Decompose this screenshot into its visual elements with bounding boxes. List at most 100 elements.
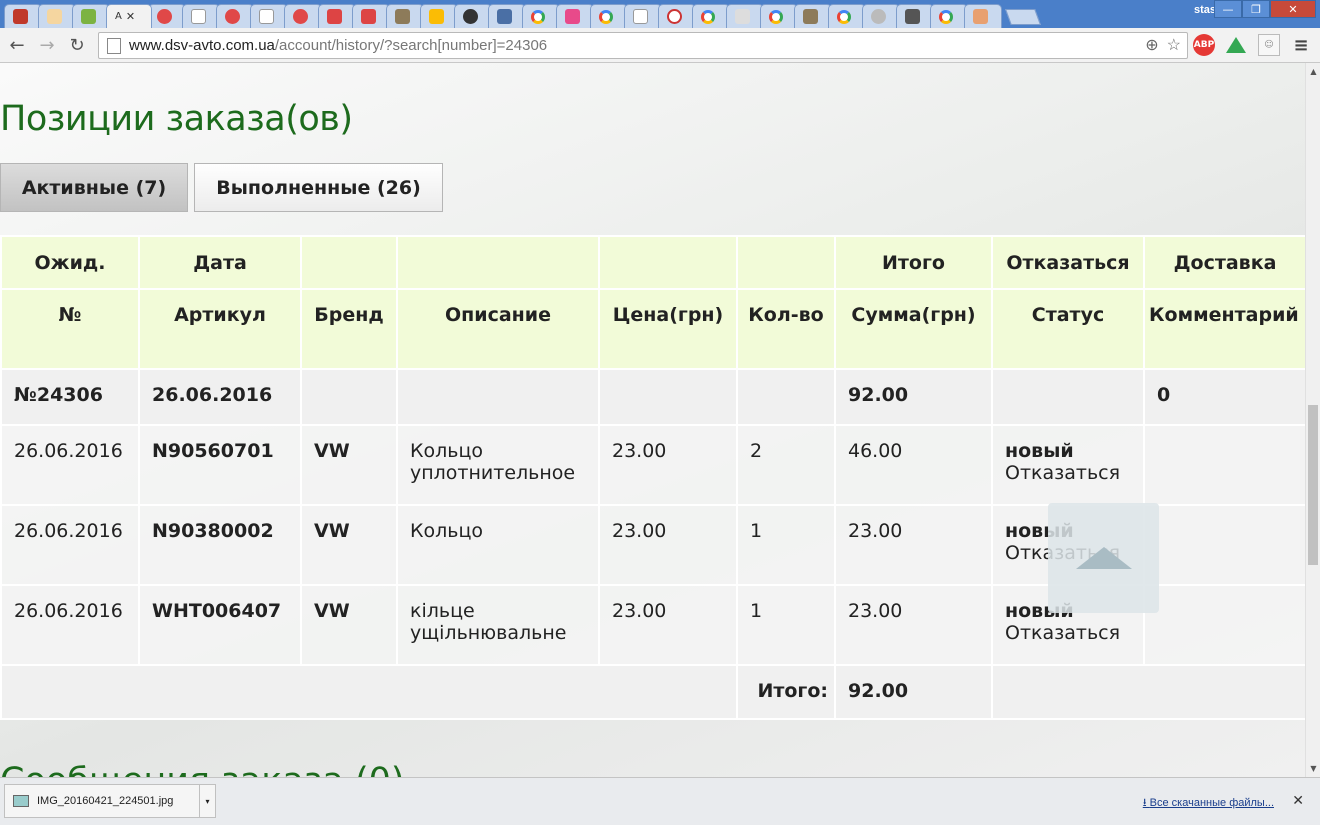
close-download-bar-icon[interactable]: ✕ bbox=[1292, 792, 1304, 809]
browser-tab[interactable] bbox=[488, 4, 526, 28]
column-header: № bbox=[0, 288, 140, 370]
site-favicon-icon bbox=[973, 9, 988, 24]
scrollbar-thumb[interactable] bbox=[1308, 405, 1318, 565]
browser-tab[interactable] bbox=[4, 4, 42, 28]
close-window-icon[interactable]: ✕ bbox=[1270, 0, 1316, 18]
site-favicon-icon bbox=[395, 9, 410, 24]
browser-tab[interactable] bbox=[182, 4, 220, 28]
scroll-down-icon[interactable]: ▼ bbox=[1306, 764, 1320, 773]
column-header: Дата bbox=[138, 235, 302, 290]
browser-tab[interactable] bbox=[692, 4, 730, 28]
browser-tab[interactable] bbox=[624, 4, 662, 28]
site-favicon-icon bbox=[293, 9, 308, 24]
car-icon bbox=[327, 9, 342, 24]
table-header-row: Ожид. Дата Итого Отказаться Доставка bbox=[0, 235, 1305, 290]
order-number[interactable]: №24306 bbox=[0, 368, 140, 426]
browser-tab[interactable] bbox=[318, 4, 356, 28]
window-controls: — ❐ ✕ bbox=[1214, 0, 1316, 18]
browser-tab[interactable] bbox=[964, 4, 1002, 28]
browser-tab[interactable] bbox=[454, 4, 492, 28]
item-status: новый bbox=[1005, 440, 1074, 462]
browser-tab[interactable] bbox=[658, 4, 696, 28]
minimize-icon[interactable]: — bbox=[1214, 0, 1242, 18]
column-header: Бренд bbox=[300, 288, 398, 370]
site-favicon-icon bbox=[803, 9, 818, 24]
scroll-to-top-button[interactable] bbox=[1048, 503, 1159, 613]
new-tab-button[interactable] bbox=[1005, 9, 1041, 25]
download-menu-icon[interactable]: ▾ bbox=[199, 785, 215, 817]
item-date: 26.06.2016 bbox=[0, 584, 140, 666]
page-info-icon[interactable] bbox=[107, 37, 121, 54]
google-icon bbox=[837, 9, 851, 24]
browser-tab[interactable] bbox=[216, 4, 254, 28]
site-favicon-icon bbox=[47, 9, 62, 24]
car-icon bbox=[361, 9, 376, 24]
all-downloads-link[interactable]: ⭳ Все скачанные файлы... bbox=[1143, 794, 1274, 813]
item-date: 26.06.2016 bbox=[0, 424, 140, 506]
reload-icon[interactable]: ↻ bbox=[64, 32, 90, 58]
browser-tab[interactable] bbox=[72, 4, 110, 28]
zoom-icon[interactable]: ⊕ bbox=[1145, 35, 1158, 55]
profile-name[interactable]: stas bbox=[1194, 4, 1216, 16]
browser-tab[interactable] bbox=[420, 4, 458, 28]
close-tab-icon[interactable]: ✕ bbox=[126, 10, 135, 23]
column-header: Описание bbox=[396, 288, 600, 370]
tab-active-orders[interactable]: Активные (7) bbox=[0, 163, 188, 212]
browser-tab[interactable] bbox=[556, 4, 594, 28]
scroll-up-icon[interactable]: ▲ bbox=[1306, 67, 1320, 76]
forward-icon[interactable]: → bbox=[34, 32, 60, 58]
column-header: Сумма(грн) bbox=[834, 288, 993, 370]
browser-tab-active[interactable]: A ✕ bbox=[106, 4, 152, 28]
google-icon bbox=[769, 9, 783, 24]
tab-completed-orders[interactable]: Выполненные (26) bbox=[194, 163, 443, 212]
browser-tab[interactable] bbox=[760, 4, 798, 28]
download-bar: IMG_20160421_224501.jpg ▾ ⭳ Все скачанны… bbox=[0, 777, 1320, 825]
browser-tab[interactable] bbox=[250, 4, 288, 28]
browser-tab[interactable] bbox=[590, 4, 628, 28]
browser-tab[interactable] bbox=[284, 4, 322, 28]
item-article: N90560701 bbox=[138, 424, 302, 506]
item-qty: 1 bbox=[736, 584, 836, 666]
address-bar[interactable]: www.dsv-avto.com.ua/account/history/?sea… bbox=[98, 32, 1188, 59]
item-description: кільце ущільнювальне bbox=[396, 584, 600, 666]
table-total-row: Итого: 92.00 bbox=[0, 664, 1305, 720]
download-item[interactable]: IMG_20160421_224501.jpg ▾ bbox=[4, 784, 216, 818]
browser-tab[interactable] bbox=[828, 4, 866, 28]
page-scrollbar[interactable]: ▲ ▼ bbox=[1305, 63, 1320, 777]
browser-tab[interactable] bbox=[794, 4, 832, 28]
restore-icon[interactable]: ❐ bbox=[1242, 0, 1270, 18]
messages-heading: Сообщения заказа (0) bbox=[0, 761, 405, 777]
item-brand: VW bbox=[300, 424, 398, 506]
page-icon bbox=[191, 9, 206, 24]
arrow-up-icon bbox=[1075, 547, 1132, 569]
browser-tab[interactable] bbox=[148, 4, 186, 28]
browser-tab[interactable] bbox=[930, 4, 968, 28]
item-sum: 23.00 bbox=[834, 584, 993, 666]
browser-tab[interactable] bbox=[862, 4, 900, 28]
back-icon[interactable]: ← bbox=[4, 32, 30, 58]
item-price: 23.00 bbox=[598, 584, 738, 666]
page-icon bbox=[259, 9, 274, 24]
browser-tab[interactable] bbox=[726, 4, 764, 28]
cancel-link[interactable]: Отказаться bbox=[1005, 622, 1131, 644]
site-favicon-icon bbox=[905, 9, 920, 24]
item-qty: 2 bbox=[736, 424, 836, 506]
item-brand: VW bbox=[300, 584, 398, 666]
menu-icon[interactable]: ≡ bbox=[1290, 34, 1312, 56]
browser-tab[interactable] bbox=[896, 4, 934, 28]
browser-tab[interactable] bbox=[386, 4, 424, 28]
google-drive-icon[interactable] bbox=[1225, 34, 1247, 56]
browser-tab[interactable] bbox=[522, 4, 560, 28]
browser-tab[interactable] bbox=[352, 4, 390, 28]
column-header: Доставка bbox=[1143, 235, 1305, 290]
adblock-icon[interactable]: ABP bbox=[1193, 34, 1215, 56]
item-sum: 23.00 bbox=[834, 504, 993, 586]
cancel-link[interactable]: Отказаться bbox=[1005, 462, 1131, 484]
url-path: /account/history/?search[number]=24306 bbox=[274, 37, 548, 54]
bookmark-star-icon[interactable]: ☆ bbox=[1167, 35, 1181, 55]
column-header: Итого bbox=[834, 235, 993, 290]
site-favicon-icon bbox=[81, 9, 96, 24]
browser-tab[interactable] bbox=[38, 4, 76, 28]
extension-icon[interactable]: ☺ bbox=[1258, 34, 1280, 56]
vw-icon bbox=[871, 9, 886, 24]
